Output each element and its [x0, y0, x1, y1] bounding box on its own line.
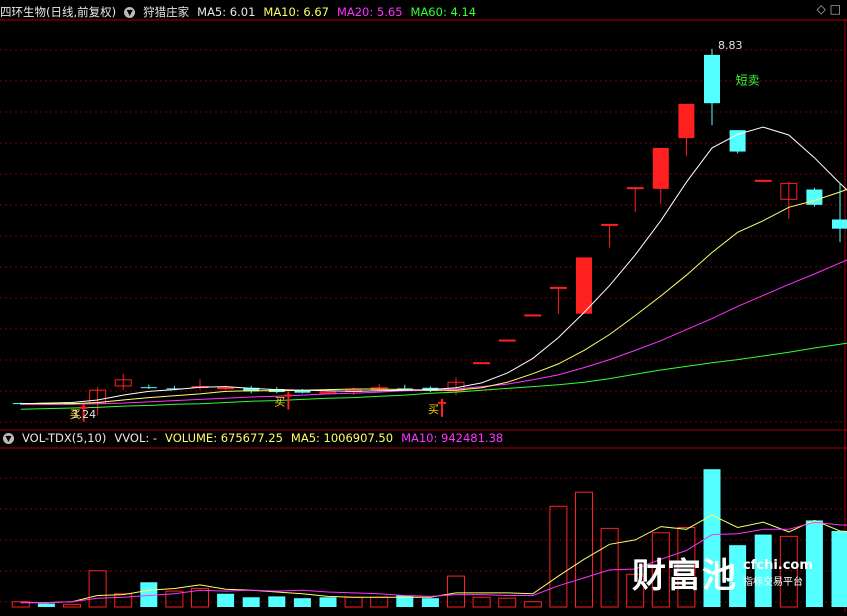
volume-bar — [832, 531, 847, 607]
candle-body — [653, 148, 669, 189]
watermark-url: cfchi.com — [743, 558, 813, 573]
chevron-down-icon[interactable]: ▼ — [3, 433, 14, 444]
volume-bar — [576, 492, 593, 607]
volume-bar — [243, 597, 260, 607]
price-panel: 8.83短卖买3.24买买 — [13, 39, 847, 422]
volume-bar — [268, 596, 285, 607]
ma60-readout: MA60: 4.14 — [411, 5, 477, 19]
ma10-readout: MA10: 6.67 — [263, 5, 329, 19]
vvol-readout: VVOL: - — [114, 431, 157, 445]
volume-header: ▼ VOL-TDX(5,10) VVOL: - VOLUME: 675677.2… — [0, 428, 511, 448]
candle-body — [678, 104, 694, 138]
watermark-title: 财富池 — [632, 548, 737, 597]
ma20-readout: MA20: 5.65 — [337, 5, 403, 19]
candle-body — [499, 340, 515, 341]
chart-stage: 8.83短卖买3.24买买 四环生物(日线,前复权) ▼ 狩猎庄家 MA5: 6… — [0, 0, 847, 612]
candle-body — [525, 315, 541, 316]
volume-bar — [38, 603, 55, 607]
window-control-icons[interactable]: ◇ □ — [817, 2, 841, 16]
indicator-name[interactable]: 狩猎庄家 — [143, 4, 189, 20]
volume-bar — [64, 604, 81, 607]
volume-bar — [115, 594, 132, 607]
candle-body — [474, 363, 490, 364]
volume-bar — [320, 597, 337, 607]
candle-body — [832, 219, 847, 228]
vol-indicator-name[interactable]: VOL-TDX(5,10) — [22, 431, 106, 445]
watermark-logo: 财富池 cfchi.com 指标交易平台 — [632, 548, 813, 597]
candle-body — [704, 55, 720, 103]
chart-annotation: 3.24 — [72, 408, 97, 421]
candle-body — [755, 180, 771, 181]
candle-body — [602, 224, 618, 225]
chart-annotation: 短卖 — [736, 73, 760, 87]
candle-body — [627, 188, 643, 189]
candle-body — [550, 287, 566, 288]
vol-ma10-readout: MA10: 942481.38 — [401, 431, 503, 445]
volume-bar — [550, 506, 567, 607]
volume-bar — [422, 598, 439, 607]
candle-body — [806, 190, 822, 205]
vol-ma5-readout: MA5: 1006907.50 — [291, 431, 393, 445]
chevron-down-icon[interactable]: ▼ — [124, 7, 135, 18]
price-header: 四环生物(日线,前复权) ▼ 狩猎庄家 MA5: 6.01 MA10: 6.67… — [0, 2, 484, 22]
stock-title: 四环生物(日线,前复权) — [0, 4, 116, 20]
ma5-readout: MA5: 6.01 — [197, 5, 255, 19]
ma20-line — [21, 243, 847, 404]
watermark-subtitle: 指标交易平台 — [743, 573, 813, 588]
candle-body — [218, 388, 234, 389]
candle-body — [141, 387, 157, 388]
ma5-line — [21, 127, 847, 404]
chart-annotation: 买 — [428, 403, 439, 416]
chart-annotation: 买 — [274, 396, 285, 409]
volume-bar — [345, 597, 362, 607]
volume-bar — [294, 598, 311, 607]
volume-readout: VOLUME: 675677.25 — [165, 431, 283, 445]
candle-body — [730, 130, 746, 151]
volume-bar — [217, 594, 234, 607]
chart-annotation: 8.83 — [718, 39, 743, 52]
candle-body — [294, 391, 310, 393]
volume-bar — [499, 598, 516, 607]
candle-body — [576, 257, 592, 313]
chart-canvas: 8.83短卖买3.24买买 — [0, 0, 847, 612]
ma10-line — [21, 181, 847, 404]
